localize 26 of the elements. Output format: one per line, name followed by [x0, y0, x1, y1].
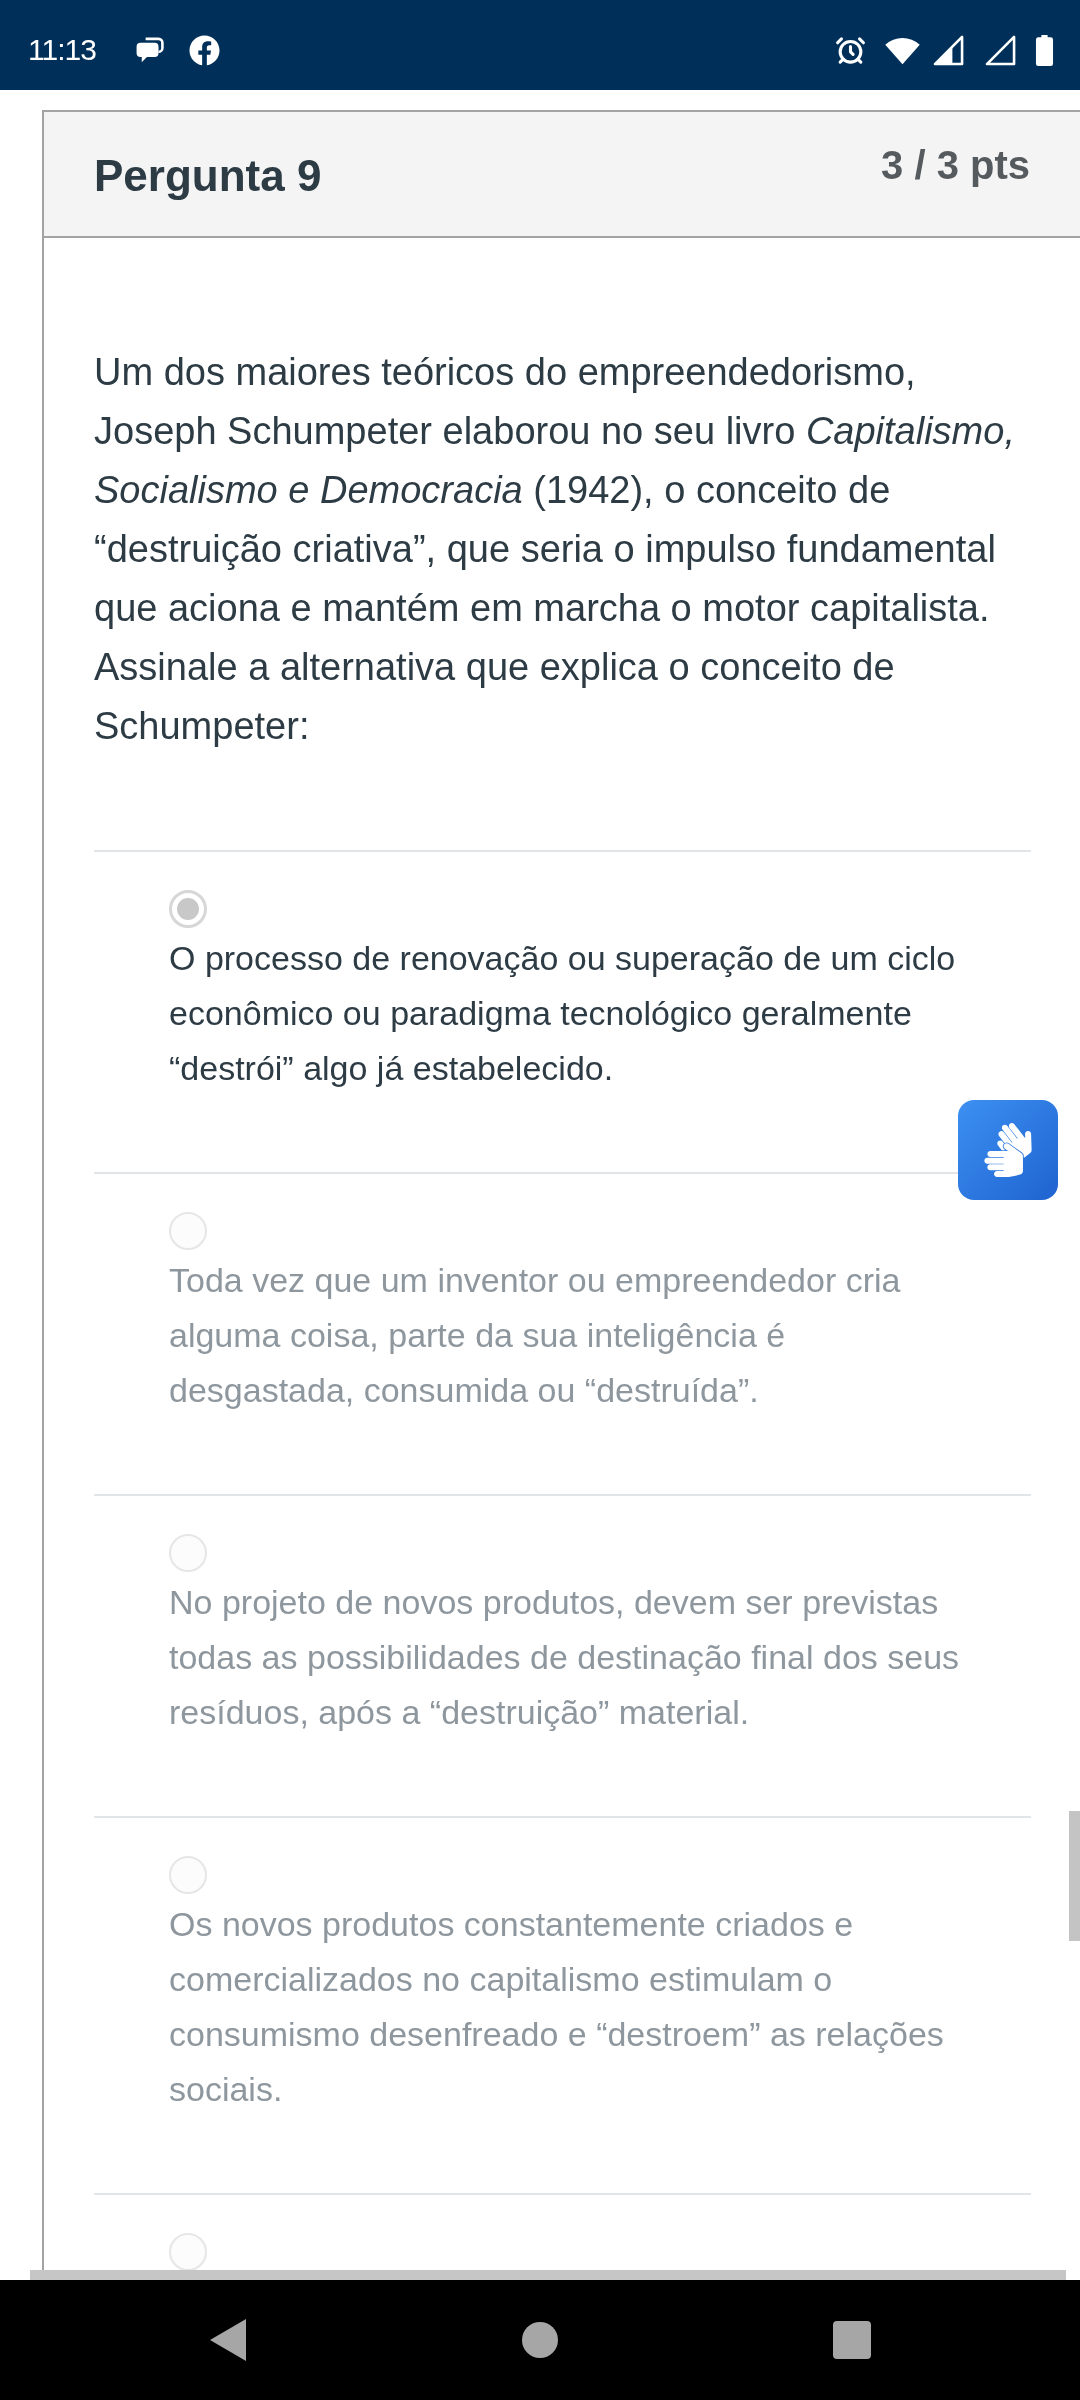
question-text: Um dos maiores teóricos do empreendedorismo, Joseph Schumpeter elaborou no seu livro Capitalismo, Socialismo e Democracia (1942), o conceito de “destruição criativa”, que seria o impulso fundamental que aciona e mantém em marcha o motor capitalista. Assinale a alternativa que explica o conceito de Schumpeter: [94, 350, 1016, 749]
recents-icon[interactable] [833, 2321, 871, 2359]
status-time: 11:13 [28, 35, 96, 65]
answer-text: No projeto de novos produtos, devem ser previstas todas as possibilidades de destinação final dos seus resíduos, após a “destruição” material. [169, 1582, 961, 1733]
alarm-clock-icon [835, 34, 866, 66]
radio-button[interactable] [169, 1212, 207, 1250]
vertical-scrollbar[interactable] [1069, 1811, 1080, 1941]
answer-text: O processo de renovação ou superação de um ciclo econômico ou paradigma tecnológico geralmente “destrói” algo já estabelecido. [169, 938, 957, 1089]
answer-text: Toda vez que um inventor ou empreendedor cria alguma coisa, parte da sua inteligência é desgastada, consumida ou “destruída”. [169, 1260, 902, 1411]
cell-signal-icon [985, 34, 1016, 66]
answer-text: Os novos produtos constantemente criados e comercializados no capitalismo estimulam o consumismo desenfreado e “destroem” as relações sociais. [169, 1904, 945, 2110]
hands-icon [981, 1123, 1035, 1177]
wifi-icon [884, 35, 921, 65]
back-icon[interactable] [210, 2319, 246, 2361]
question-title: Pergunta 9 [94, 154, 322, 198]
radio-button[interactable] [169, 1856, 207, 1894]
sign-language-button[interactable] [958, 1100, 1058, 1200]
radio-button[interactable] [169, 890, 207, 928]
cell-signal-icon [933, 34, 964, 66]
home-icon[interactable] [522, 2322, 558, 2358]
points-score: 3 / 3 pts [881, 145, 1030, 185]
radio-button[interactable] [169, 2233, 207, 2271]
horizontal-scrollbar[interactable] [30, 2270, 1066, 2280]
battery-icon [1035, 34, 1054, 66]
f-logo-icon [188, 34, 220, 66]
radio-button[interactable] [169, 1534, 207, 1572]
